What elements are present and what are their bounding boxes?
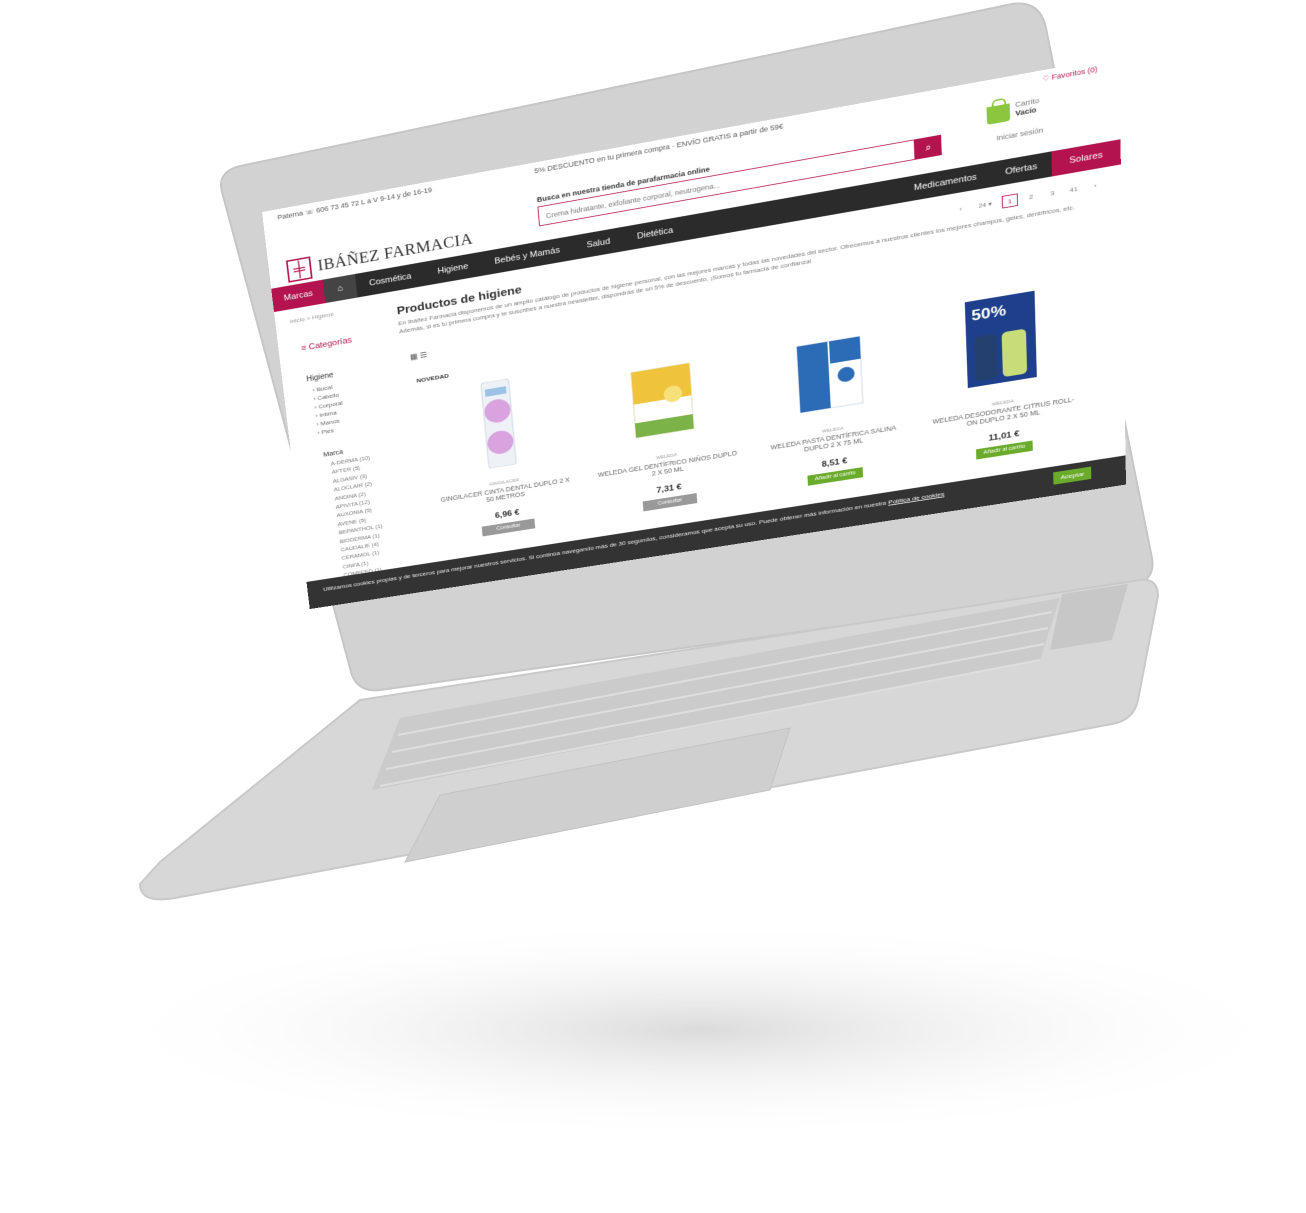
brand-filter-list: A-DERMA (10) AFTER (5) ALGASIV (3) ALOCL…: [330, 453, 387, 580]
shopping-bag-icon: [986, 103, 1011, 125]
favorites-link[interactable]: ♡ Favoritos (0): [1042, 65, 1097, 84]
search-button[interactable]: ⌕: [914, 134, 942, 160]
home-icon: ⌂: [336, 283, 344, 294]
view-toggle[interactable]: ▦ ☰: [410, 351, 428, 362]
cookie-policy-link[interactable]: Política de cookies: [888, 491, 944, 506]
nav-home[interactable]: ⌂: [322, 274, 358, 304]
nav-brands[interactable]: Marcas: [271, 279, 326, 313]
sidebar-item-label: Pies: [321, 427, 335, 436]
nav-item-solares[interactable]: Solares: [1051, 139, 1121, 177]
stage: Paterna ☏ 606 73 45 72 L a V 9-14 y de 1…: [0, 0, 1306, 1213]
login-link[interactable]: Iniciar sesión: [996, 126, 1043, 142]
search-icon: ⌕: [925, 141, 932, 154]
floor-shadow: [90, 920, 1306, 1140]
nav-item-dietetica[interactable]: Dietética: [623, 216, 688, 251]
page-2[interactable]: 2: [1023, 190, 1039, 205]
toothgel-box-image: [622, 347, 703, 446]
novedad-badge: NOVEDAD: [416, 372, 450, 385]
categories-label: Categorías: [308, 335, 353, 352]
sidebar-item-label: Manos: [320, 417, 340, 428]
product-image[interactable]: [622, 347, 703, 446]
brand-filter-head: Marca: [322, 447, 344, 459]
cross-logo-icon: ╪: [285, 256, 313, 283]
product-image[interactable]: [458, 375, 539, 473]
deodorant-pack-image: 50%: [964, 290, 1037, 389]
pagination-prev[interactable]: ‹: [952, 202, 968, 217]
breadcrumb[interactable]: Inicio > Higiene: [289, 311, 334, 325]
product-image[interactable]: 50%: [960, 290, 1041, 392]
categories-title[interactable]: ≡ Categorías: [301, 336, 353, 353]
cookie-accept-button[interactable]: Aceptar: [1053, 466, 1092, 485]
page-1[interactable]: 1: [1001, 193, 1019, 209]
pagination-next[interactable]: ›: [1087, 179, 1103, 194]
nav-item-medicamentos[interactable]: Medicamentos: [899, 162, 991, 203]
nav-item-ofertas[interactable]: Ofertas: [991, 151, 1052, 187]
sidebar-head[interactable]: Higiene: [306, 371, 334, 383]
floss-package-image: [458, 375, 539, 473]
sidebar-list: › Bucal › Cabello › Corporal › Intima › …: [312, 382, 346, 438]
per-page-select[interactable]: 24 ▾: [974, 197, 997, 213]
product-image[interactable]: [789, 319, 870, 420]
toothpaste-box-image: [789, 319, 870, 420]
nav-item-salud[interactable]: Salud: [572, 227, 624, 260]
page-3[interactable]: 3: [1044, 186, 1060, 201]
page-41[interactable]: 41: [1066, 182, 1082, 197]
nav-item-bebes[interactable]: Bebés y Mamás: [480, 236, 574, 276]
